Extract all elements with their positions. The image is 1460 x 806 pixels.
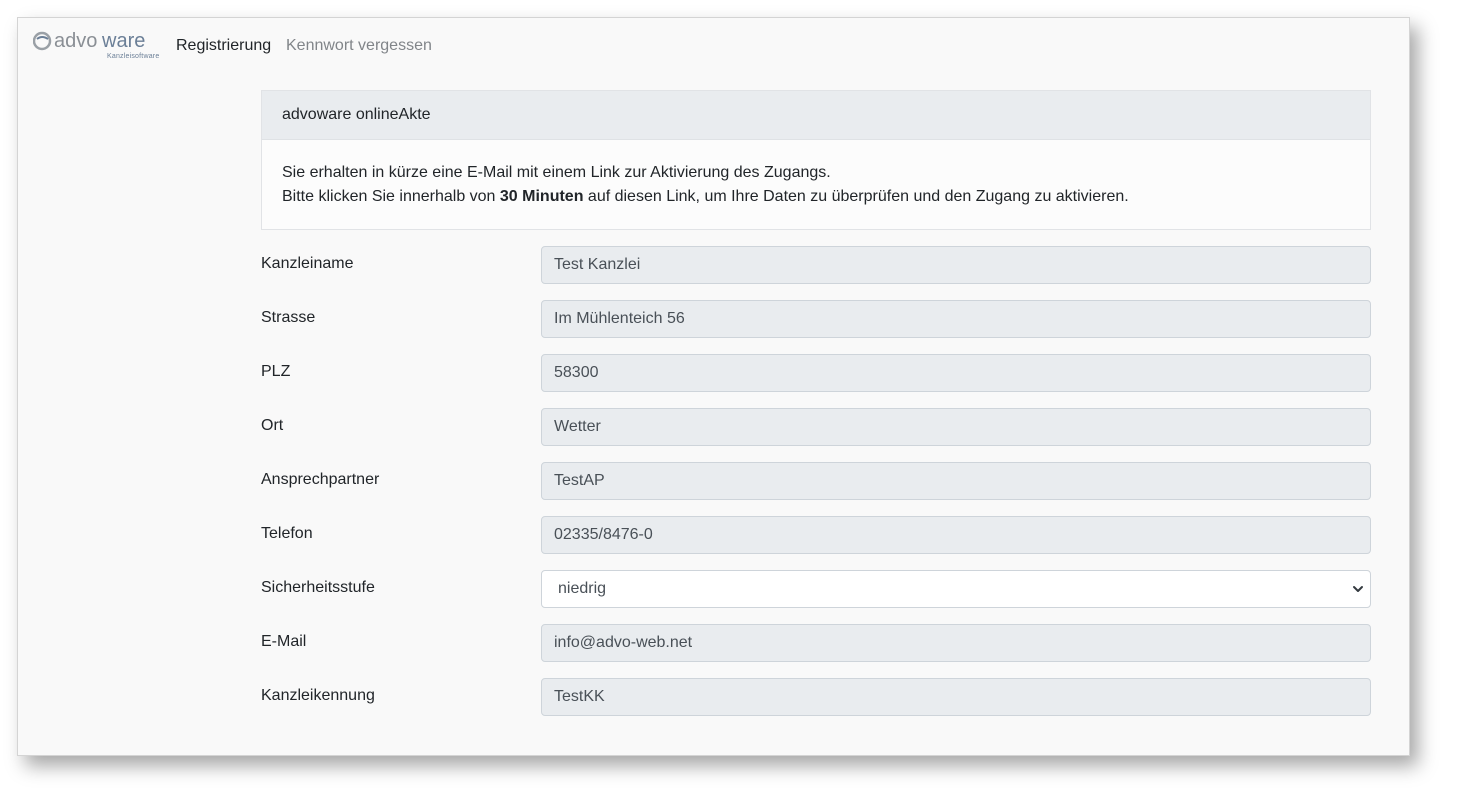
sicherheitsstufe-label: Sicherheitsstufe bbox=[261, 579, 375, 596]
ort-field[interactable]: Wetter bbox=[541, 408, 1371, 446]
plz-field[interactable]: 58300 bbox=[541, 354, 1371, 392]
form-row-ansprechpartner: Ansprechpartner TestAP bbox=[261, 462, 1371, 500]
form-row-kanzleikennung: Kanzleikennung TestKK bbox=[261, 678, 1371, 716]
kanzleikennung-field[interactable]: TestKK bbox=[541, 678, 1371, 716]
kanzleiname-field[interactable]: Test Kanzlei bbox=[541, 246, 1371, 284]
ansprechpartner-field[interactable]: TestAP bbox=[541, 462, 1371, 500]
plz-label: PLZ bbox=[261, 363, 291, 380]
card-message-text: Bitte klicken Sie innerhalb von bbox=[282, 188, 500, 205]
sicherheitsstufe-select[interactable]: niedrig bbox=[541, 570, 1371, 608]
form-row-telefon: Telefon 02335/8476-0 bbox=[261, 516, 1371, 554]
sicherheitsstufe-selected-value: niedrig bbox=[558, 580, 607, 597]
kanzleiname-label: Kanzleiname bbox=[261, 255, 354, 272]
logo-text-advo: advo bbox=[54, 30, 97, 52]
info-card: advoware onlineAkte Sie erhalten in kürz… bbox=[261, 90, 1371, 230]
card-header: advoware onlineAkte bbox=[262, 91, 1370, 140]
form-row-kanzleiname: Kanzleiname Test Kanzlei bbox=[261, 246, 1371, 284]
card-message-line-1: Sie erhalten in kürze eine E-Mail mit ei… bbox=[282, 164, 831, 181]
chevron-down-icon bbox=[1353, 586, 1363, 592]
form-row-email: E-Mail info@advo-web.net bbox=[261, 624, 1371, 662]
ort-label: Ort bbox=[261, 417, 284, 434]
form-row-ort: Ort Wetter bbox=[261, 408, 1371, 446]
email-field[interactable]: info@advo-web.net bbox=[541, 624, 1371, 662]
logo-text-ware: ware bbox=[101, 30, 145, 52]
strasse-label: Strasse bbox=[261, 309, 316, 326]
card-body: Sie erhalten in kürze eine E-Mail mit ei… bbox=[262, 140, 1370, 230]
form-row-sicherheitsstufe: Sicherheitsstufe niedrig bbox=[261, 570, 1371, 608]
advoware-logo[interactable]: advo ware Kanzleisoftware bbox=[33, 30, 159, 64]
ansprechpartner-label: Ansprechpartner bbox=[261, 471, 380, 488]
card-message-bold: 30 Minuten bbox=[499, 188, 584, 205]
email-label: E-Mail bbox=[261, 633, 307, 650]
card-message-line-2: Bitte klicken Sie innerhalb von 30 Minut… bbox=[282, 185, 1350, 209]
navbar: advo ware Kanzleisoftware Registrierung … bbox=[18, 18, 1409, 76]
logo-mark-icon: advo ware bbox=[33, 30, 145, 52]
telefon-label: Telefon bbox=[261, 525, 313, 542]
nav-link-registrierung[interactable]: Registrierung bbox=[176, 37, 271, 55]
form-row-strasse: Strasse Im Mühlenteich 56 bbox=[261, 300, 1371, 338]
strasse-field[interactable]: Im Mühlenteich 56 bbox=[541, 300, 1371, 338]
kanzleikennung-label: Kanzleikennung bbox=[261, 687, 375, 704]
form-row-plz: PLZ 58300 bbox=[261, 354, 1371, 392]
logo-tagline: Kanzleisoftware bbox=[107, 53, 160, 60]
telefon-field[interactable]: 02335/8476-0 bbox=[541, 516, 1371, 554]
nav-link-kennwort-vergessen[interactable]: Kennwort vergessen bbox=[286, 37, 432, 55]
card-message-text-end: auf diesen Link, um Ihre Daten zu überpr… bbox=[583, 188, 1129, 205]
browser-window: advo ware Kanzleisoftware Registrierung … bbox=[17, 17, 1410, 756]
